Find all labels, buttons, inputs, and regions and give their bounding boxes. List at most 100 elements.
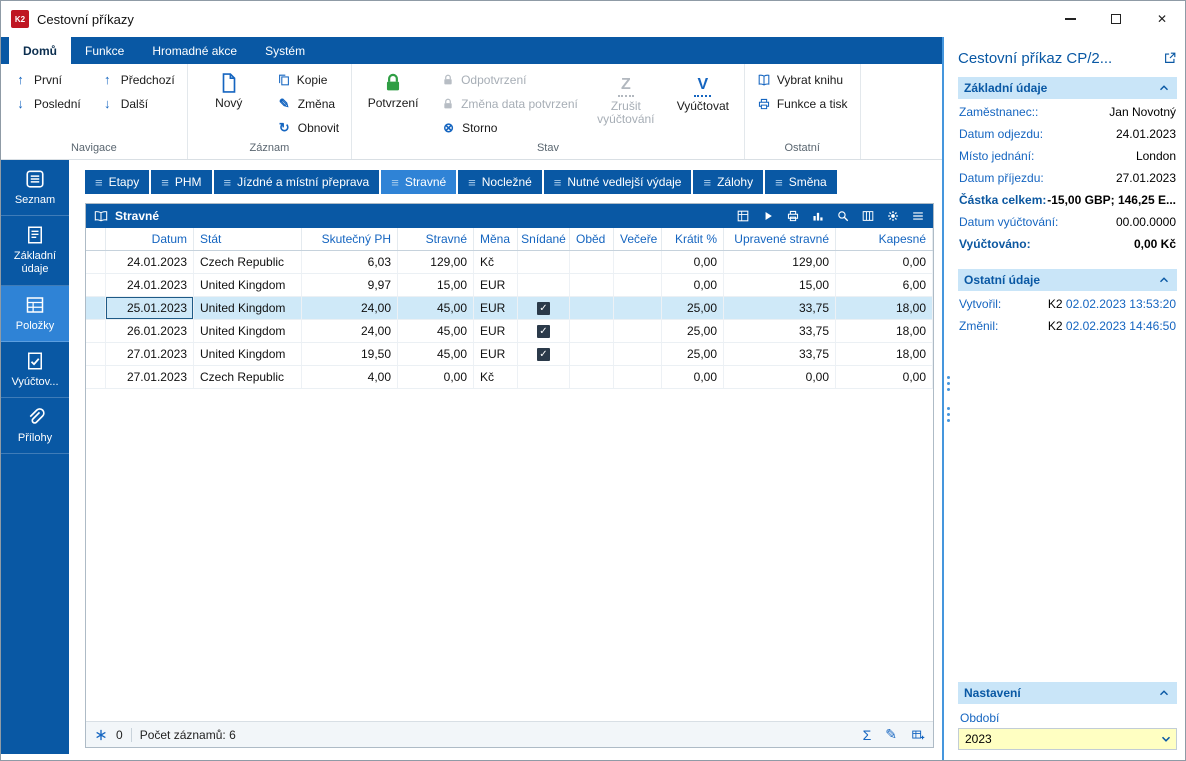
- items-grid-icon: [25, 295, 45, 315]
- lock-calendar-gray-icon: [441, 97, 455, 111]
- doc-tab-phm[interactable]: ≡ PHM: [151, 170, 212, 194]
- ribbon-tab-hromadne-akce[interactable]: Hromadné akce: [138, 37, 251, 64]
- refresh-button[interactable]: ↻ Obnovit: [274, 117, 342, 138]
- print-icon[interactable]: [786, 209, 800, 223]
- form-icon: [25, 225, 45, 245]
- minimize-button[interactable]: [1047, 1, 1093, 37]
- chevron-up-icon: [1157, 273, 1171, 287]
- select-book-button[interactable]: Vybrat knihu: [754, 69, 851, 90]
- open-external-icon[interactable]: [1163, 51, 1177, 65]
- table-row[interactable]: 27.01.2023 Czech Republic 4,00 0,00 Kč 0,00 0,…: [86, 366, 933, 389]
- column-header-kratit[interactable]: Krátit %: [662, 228, 724, 250]
- cell-datum: 27.01.2023: [106, 366, 194, 388]
- doc-tab-noclezne[interactable]: ≡ Nocležné: [458, 170, 542, 194]
- table-row[interactable]: 24.01.2023 Czech Republic 6,03 129,00 Kč 0,00…: [86, 251, 933, 274]
- doc-tab-jizdne-a-mistni-preprava[interactable]: ≡ Jízdné a místní přeprava: [213, 170, 380, 194]
- search-icon[interactable]: [836, 209, 850, 223]
- section-header-ostatni-udaje[interactable]: Ostatní údaje: [958, 269, 1177, 291]
- table-row[interactable]: 25.01.2023 United Kingdom 24,00 45,00 EUR ✓ 25…: [86, 297, 933, 320]
- copy-icon: [277, 73, 291, 87]
- column-header-skutecny_ph[interactable]: Skutečný PH: [302, 228, 398, 250]
- checkbox-checked-icon[interactable]: ✓: [537, 324, 550, 338]
- cell-upravene_stravne: 33,75: [724, 343, 836, 365]
- edit-icon[interactable]: ✎: [885, 726, 897, 743]
- column-header-obed[interactable]: Oběd: [570, 228, 614, 250]
- sidebar-item-polozky[interactable]: Položky: [1, 285, 69, 342]
- last-button[interactable]: ↓ Poslední: [10, 93, 84, 114]
- export-table-icon[interactable]: [736, 209, 750, 223]
- confirm-button[interactable]: Potvrzení: [361, 69, 425, 111]
- add-table-icon[interactable]: [911, 728, 925, 742]
- column-header-stravne[interactable]: Stravné: [398, 228, 474, 250]
- table-row[interactable]: 24.01.2023 United Kingdom 9,97 15,00 EUR 0,00…: [86, 274, 933, 297]
- sidebar-item-zakladni-udaje[interactable]: Základní údaje: [1, 216, 69, 286]
- button-label: Předchozí: [120, 72, 175, 87]
- column-header-upravene_stravne[interactable]: Upravené stravné: [724, 228, 836, 250]
- cell-vecere: [614, 274, 662, 296]
- sidebar-item-seznam[interactable]: Seznam: [1, 160, 69, 217]
- next-button[interactable]: ↓ Další: [97, 93, 178, 114]
- edit-button[interactable]: ✎ Změna: [274, 93, 342, 114]
- copy-button[interactable]: Kopie: [274, 69, 342, 90]
- unconfirm-button[interactable]: Odpotvrzení: [438, 69, 581, 90]
- lock-green-icon: [382, 72, 404, 94]
- cell-mena: EUR: [474, 320, 518, 342]
- doc-tab-etapy[interactable]: ≡ Etapy: [85, 170, 150, 194]
- cancel-billing-button[interactable]: Z Zrušit vyúčtování: [594, 69, 658, 127]
- cell-mena: EUR: [474, 343, 518, 365]
- column-header-stat[interactable]: Stát: [194, 228, 302, 250]
- play-icon[interactable]: [761, 209, 775, 223]
- checkbox-checked-icon[interactable]: ✓: [537, 301, 550, 315]
- change-confirm-date-button[interactable]: Změna data potvrzení: [438, 93, 581, 114]
- first-button[interactable]: ↑ První: [10, 69, 84, 90]
- doc-tab-smena[interactable]: ≡ Směna: [765, 170, 837, 194]
- chart-icon[interactable]: [811, 209, 825, 223]
- table-row[interactable]: 27.01.2023 United Kingdom 19,50 45,00 EUR ✓ 25…: [86, 343, 933, 366]
- column-header-mena[interactable]: Měna: [474, 228, 518, 250]
- section-header-nastaveni[interactable]: Nastavení: [958, 682, 1177, 704]
- billing-button[interactable]: V Vyúčtovat: [671, 69, 735, 113]
- cell-mena: EUR: [474, 297, 518, 319]
- sidebar-item-vyuctov[interactable]: Vyúčtov...: [1, 342, 69, 398]
- section-header-zakladni-udaje[interactable]: Základní údaje: [958, 77, 1177, 99]
- doc-tab-nutne-vedlejsi-vydaje[interactable]: ≡ Nutné vedlejší výdaje: [543, 170, 692, 194]
- button-label: Obnovit: [297, 120, 340, 135]
- gear-icon[interactable]: [886, 209, 900, 223]
- sidebar-item-prilohy[interactable]: Přílohy: [1, 398, 69, 455]
- ribbon-tab-domu[interactable]: Domů: [9, 37, 71, 64]
- functions-print-button[interactable]: Funkce a tisk: [754, 93, 851, 114]
- checkbox-checked-icon[interactable]: ✓: [537, 347, 550, 361]
- obdobi-combobox[interactable]: 2023: [958, 728, 1177, 750]
- book-icon: [757, 73, 771, 87]
- column-header-rowsel[interactable]: [86, 228, 106, 250]
- ribbon-tab-funkce[interactable]: Funkce: [71, 37, 138, 64]
- storno-button[interactable]: ⊗ Storno: [438, 117, 581, 138]
- column-header-vecere[interactable]: Večeře: [614, 228, 662, 250]
- maximize-button[interactable]: [1093, 1, 1139, 37]
- column-header-kapesne[interactable]: Kapesné: [836, 228, 933, 250]
- doc-tab-label: Stravné: [404, 175, 447, 189]
- columns-icon[interactable]: [861, 209, 875, 223]
- table-row[interactable]: 26.01.2023 United Kingdom 24,00 45,00 EUR ✓ 25…: [86, 320, 933, 343]
- close-button[interactable]: ✕: [1139, 1, 1185, 37]
- new-document-icon: [218, 72, 240, 94]
- doc-tab-zalohy[interactable]: ≡ Zálohy: [693, 170, 764, 194]
- ribbon: ↑ První ↓ Poslední ↑ Předchozí ↓ Další Navig…: [1, 64, 942, 160]
- ribbon-tab-system[interactable]: Systém: [251, 37, 319, 64]
- field-datum-prijezdu: Datum příjezdu: 27.01.2023: [959, 167, 1176, 189]
- panel-spacer: [958, 339, 1177, 678]
- settings-asterisk-icon[interactable]: [94, 728, 108, 742]
- column-header-snidane[interactable]: Snídané: [518, 228, 570, 250]
- sum-icon[interactable]: Σ: [863, 727, 872, 743]
- cross-circle-icon: ⊗: [443, 119, 455, 135]
- cell-stat: United Kingdom: [194, 274, 302, 296]
- doc-tab-stravne[interactable]: ≡ Stravné: [381, 170, 457, 194]
- cell-rowsel: [86, 297, 106, 319]
- new-button[interactable]: Nový: [197, 69, 261, 111]
- column-header-datum[interactable]: Datum: [106, 228, 194, 250]
- panel-splitter[interactable]: [942, 37, 952, 760]
- doc-tab-label: PHM: [174, 175, 202, 189]
- button-label: První: [34, 72, 63, 87]
- previous-button[interactable]: ↑ Předchozí: [97, 69, 178, 90]
- menu-icon[interactable]: [911, 209, 925, 223]
